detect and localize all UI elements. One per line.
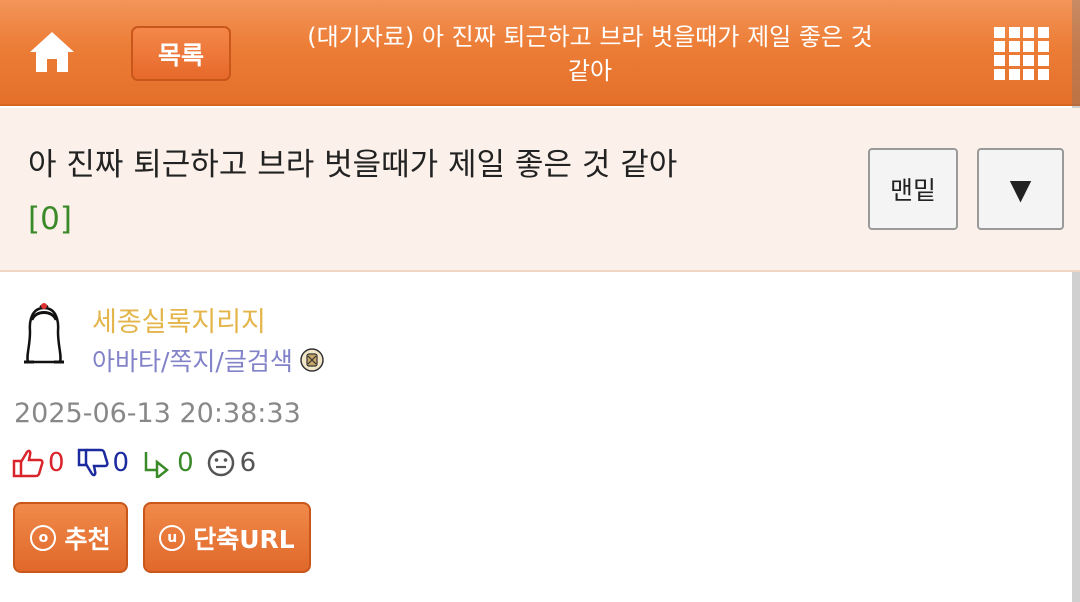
top-bar: 목록 (대기자료) 아 진짜 퇴근하고 브라 벗을때가 제일 좋은 것 같아 (0, 0, 1080, 106)
upvote-count: 0 (48, 448, 65, 478)
author-links-text[interactable]: 아바타/쪽지/글검색 (92, 342, 293, 378)
downvote-count: 0 (112, 448, 130, 478)
smiley-icon (207, 449, 234, 477)
comment-count[interactable]: [0] (28, 201, 72, 237)
author-links[interactable]: 아바타/쪽지/글검색 (92, 342, 325, 378)
short-url-button[interactable]: u 단축URL (143, 502, 311, 573)
header-title: (대기자료) 아 진짜 퇴근하고 브라 벗을때가 제일 좋은 것 같아 (307, 23, 873, 85)
author-name[interactable]: 세종실록지리지 (92, 300, 266, 339)
view-count: 6 (239, 448, 257, 478)
reply-count: 0 (177, 448, 194, 478)
recommend-icon: o (30, 524, 57, 551)
post-title-section: 아 진짜 퇴근하고 브라 벗을때가 제일 좋은 것 같아 [0] 맨밑 ▼ (0, 108, 1080, 272)
upvote-stat[interactable]: 0 (12, 448, 65, 478)
downvote-stat[interactable]: 0 (77, 448, 130, 478)
level-badge-icon (299, 347, 325, 373)
list-button[interactable]: 목록 (131, 26, 231, 81)
recommend-button[interactable]: o 추천 (13, 502, 128, 573)
grid-menu-icon[interactable] (994, 27, 1049, 80)
reply-arrow-icon (144, 452, 170, 478)
avatar[interactable] (20, 302, 68, 370)
short-url-label: 단축URL (193, 524, 295, 554)
go-bottom-button[interactable]: 맨밑 (868, 148, 958, 230)
recommend-label: 추천 (64, 524, 111, 554)
post-title: 아 진짜 퇴근하고 브라 벗을때가 제일 좋은 것 같아 [0] (28, 147, 678, 237)
scroll-down-button[interactable]: ▼ (977, 148, 1064, 230)
post-date: 2025-06-13 20:38:33 (14, 398, 301, 429)
thumbs-down-icon (77, 448, 109, 477)
view-stat: 6 (206, 448, 257, 478)
post-stats: 0 0 0 6 (12, 446, 268, 480)
reply-stat[interactable]: 0 (141, 448, 194, 478)
home-icon[interactable] (28, 30, 76, 74)
short-url-icon: u (159, 524, 186, 551)
thumbs-up-icon (12, 449, 44, 478)
scrollbar[interactable] (1072, 0, 1080, 602)
